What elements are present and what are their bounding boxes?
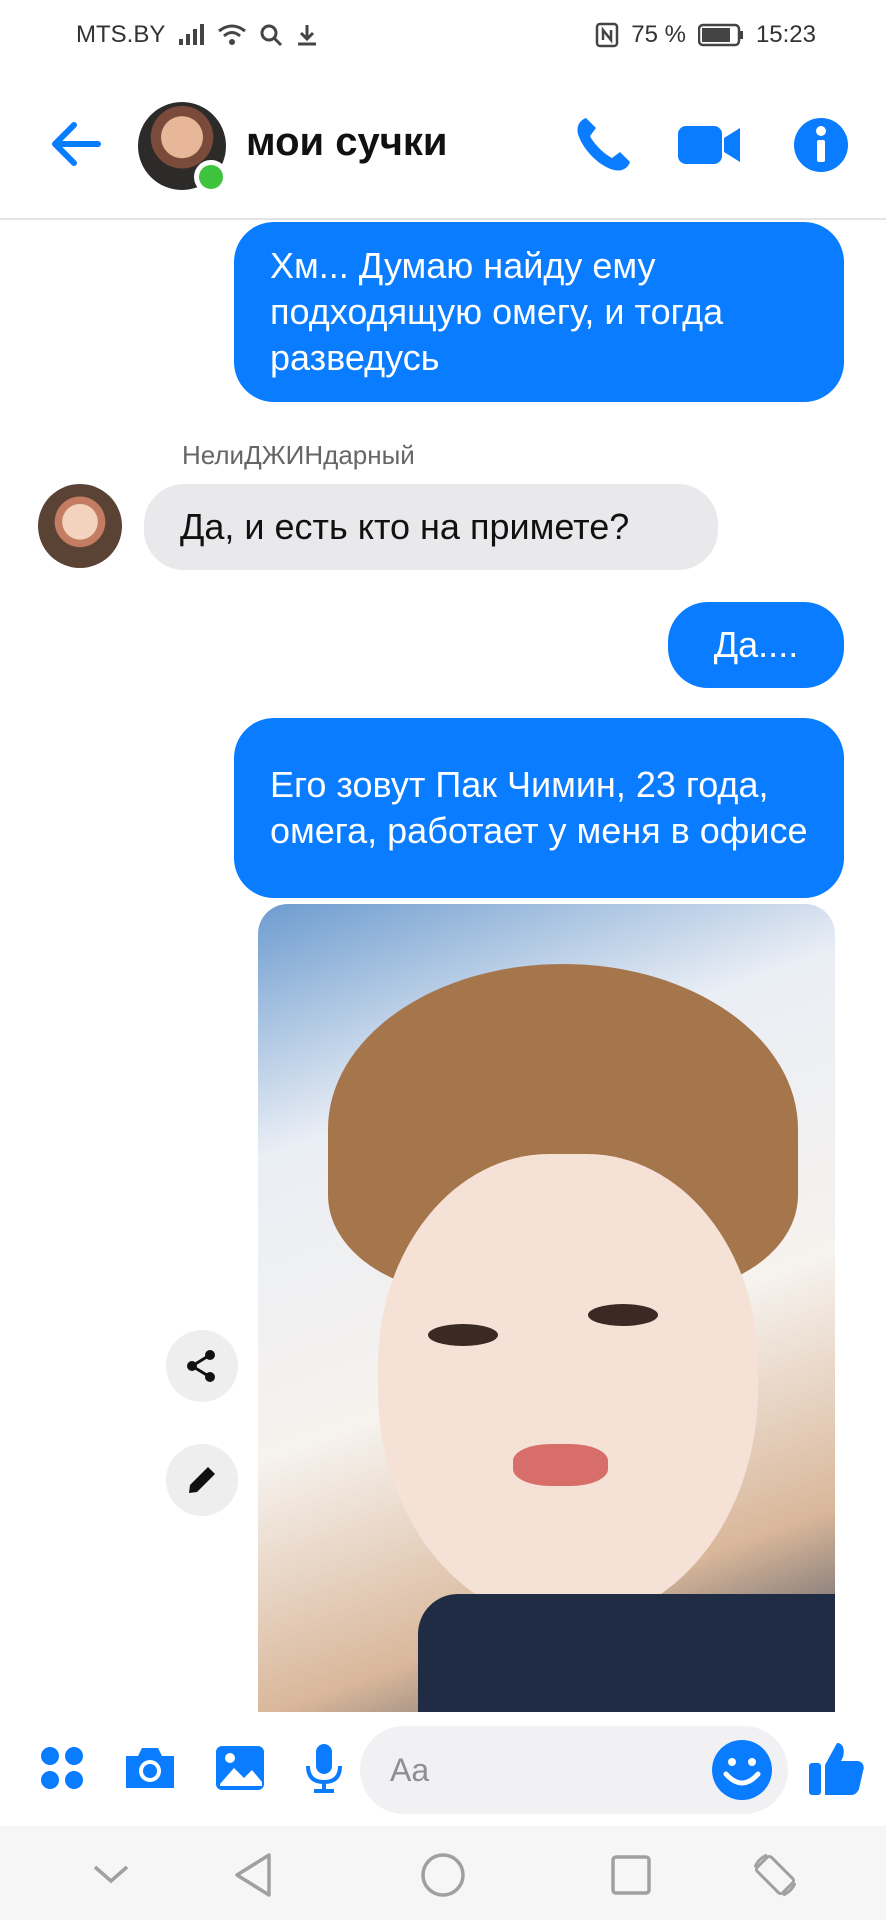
phone-icon: [577, 118, 630, 171]
signal-icon: [177, 23, 205, 47]
message-incoming[interactable]: Да, и есть кто на примете?: [144, 484, 718, 570]
like-button[interactable]: [804, 1736, 868, 1800]
video-camera-icon: [678, 126, 740, 164]
message-composer: [0, 1712, 886, 1826]
voice-button[interactable]: [292, 1736, 356, 1800]
system-nav-bar: [0, 1826, 886, 1920]
message-outgoing[interactable]: Да....: [668, 602, 844, 688]
circle-home-icon: [421, 1853, 465, 1897]
call-button[interactable]: [568, 110, 638, 180]
wifi-icon: [217, 23, 247, 47]
pencil-icon: [189, 1467, 215, 1493]
message-input[interactable]: [390, 1751, 670, 1789]
info-button[interactable]: [786, 110, 856, 180]
search-icon: [259, 23, 283, 47]
apps-button[interactable]: [30, 1736, 94, 1800]
battery-icon: [697, 23, 744, 47]
message-text: Его зовут Пак Чимин, 23 года, омега, раб…: [270, 764, 808, 851]
share-icon: [187, 1350, 215, 1382]
video-call-button[interactable]: [674, 110, 744, 180]
triangle-back-icon: [235, 1853, 271, 1897]
nav-back-button[interactable]: [226, 1848, 280, 1902]
rotate-icon: [753, 1853, 797, 1897]
carrier-label: MTS.BY: [76, 21, 166, 48]
microphone-icon: [306, 1744, 342, 1793]
status-bar: MTS.BY 75 % 15:23: [0, 0, 886, 70]
message-text: Хм... Думаю найду ему подходящую омегу, …: [270, 245, 724, 378]
apps-grid-icon: [41, 1747, 83, 1789]
info-icon: [794, 118, 848, 172]
rotate-screen-button[interactable]: [748, 1848, 802, 1902]
online-status-dot: [194, 160, 228, 194]
message-input-wrapper[interactable]: [360, 1726, 788, 1814]
nav-collapse-button[interactable]: [84, 1848, 138, 1902]
sender-avatar[interactable]: [38, 484, 122, 568]
image-icon: [216, 1746, 264, 1790]
smiley-icon: [712, 1740, 772, 1800]
message-outgoing[interactable]: Хм... Думаю найду ему подходящую омегу, …: [234, 222, 844, 402]
shared-photo[interactable]: [258, 904, 835, 1712]
gallery-button[interactable]: [208, 1736, 272, 1800]
message-outgoing[interactable]: Его зовут Пак Чимин, 23 года, омега, раб…: [234, 718, 844, 898]
sender-name: НелиДЖИНдарный: [182, 440, 415, 470]
nfc-icon: [595, 22, 619, 48]
thumbs-up-icon: [809, 1743, 864, 1795]
arrow-left-icon: [52, 122, 101, 166]
back-button[interactable]: [46, 114, 106, 174]
camera-button[interactable]: [118, 1736, 182, 1800]
chat-header: мои сучки: [0, 70, 886, 220]
battery-percent: 75 %: [631, 21, 686, 48]
nav-recents-button[interactable]: [604, 1848, 658, 1902]
clock: 15:23: [755, 21, 816, 48]
nav-home-button[interactable]: [416, 1848, 470, 1902]
message-text: Да, и есть кто на примете?: [180, 506, 630, 547]
message-text: Да....: [713, 624, 799, 665]
edit-button[interactable]: [166, 1444, 238, 1516]
share-button[interactable]: [166, 1330, 238, 1402]
square-recents-icon: [611, 1855, 651, 1895]
chevron-down-icon: [93, 1865, 129, 1884]
camera-icon: [126, 1748, 174, 1788]
download-icon: [295, 23, 319, 47]
emoji-button[interactable]: [710, 1738, 774, 1802]
chat-title[interactable]: мои сучки: [246, 120, 448, 165]
